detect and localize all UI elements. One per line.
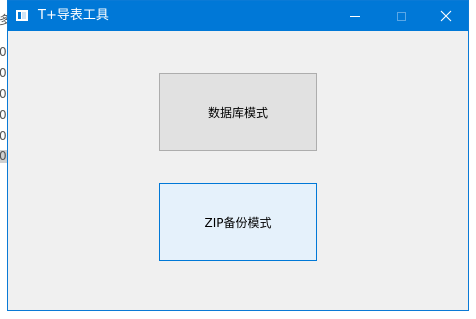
maximize-icon bbox=[396, 11, 406, 21]
database-mode-label: 数据库模式 bbox=[207, 105, 268, 120]
zip-backup-mode-button[interactable]: ZIP备份模式 bbox=[159, 183, 317, 261]
background-text-fragment: 0 bbox=[0, 87, 7, 101]
title-bar[interactable]: T+导表工具 bbox=[8, 1, 468, 31]
app-window-icon bbox=[16, 10, 28, 21]
background-text-fragment: 0 bbox=[0, 129, 7, 143]
maximize-button[interactable] bbox=[378, 1, 424, 31]
close-button[interactable] bbox=[423, 1, 469, 31]
app-window: T+导表工具 数据库模式 ZIP备份模式 bbox=[7, 0, 469, 311]
background-text-fragment: 0 bbox=[0, 66, 7, 80]
window-title: T+导表工具 bbox=[38, 8, 109, 23]
background-text-fragment: 0 bbox=[0, 149, 7, 163]
minimize-icon bbox=[350, 15, 360, 17]
minimize-button[interactable] bbox=[332, 1, 378, 31]
close-icon bbox=[440, 10, 452, 22]
client-area: 数据库模式 ZIP备份模式 bbox=[8, 31, 468, 310]
background-text-fragment: 0 bbox=[0, 45, 7, 59]
zip-backup-mode-label: ZIP备份模式 bbox=[204, 215, 272, 230]
background-text-fragment: 0 bbox=[0, 108, 7, 122]
database-mode-button[interactable]: 数据库模式 bbox=[159, 73, 317, 151]
